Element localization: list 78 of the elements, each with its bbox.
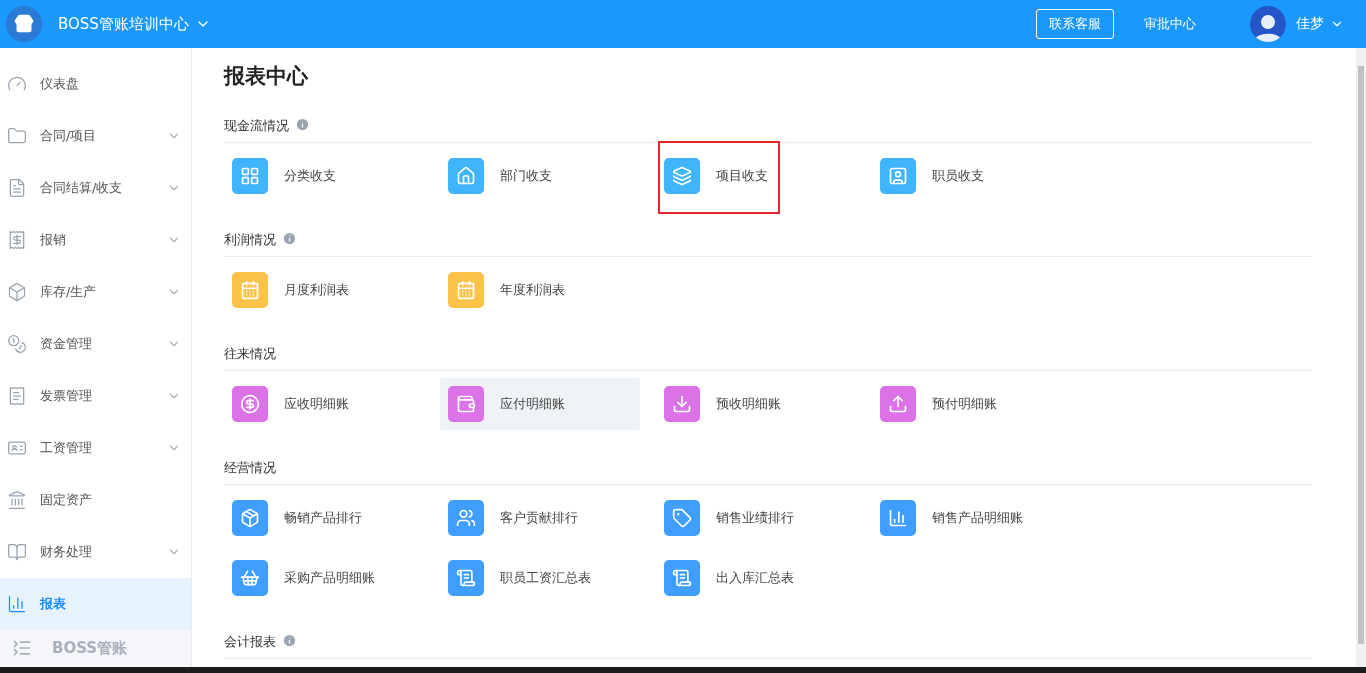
document-icon	[7, 178, 27, 198]
sidebar-item[interactable]: 固定资产	[0, 474, 191, 526]
sidebar-item[interactable]: 财务处理	[0, 526, 191, 578]
page-title: 报表中心	[224, 63, 309, 90]
section-heading: 往来情况	[224, 345, 276, 363]
section-heading: 会计报表	[224, 633, 276, 651]
store-logo-icon	[6, 6, 42, 42]
sidebar-item[interactable]: 报销	[0, 214, 191, 266]
report-label: 应付明细账	[500, 395, 565, 413]
section-heading: 现金流情况	[224, 117, 289, 135]
report-link[interactable]: 职员工资汇总表	[440, 552, 640, 604]
report-label: 分类收支	[284, 167, 336, 185]
report-link[interactable]: 部门收支	[440, 150, 640, 202]
report-link[interactable]: 预收明细账	[656, 378, 856, 430]
sidebar-item[interactable]: 合同结算/收支	[0, 162, 191, 214]
sidebar-footer-label: BOSS管账	[52, 638, 128, 658]
avatar-icon[interactable]	[1250, 6, 1286, 42]
report-link[interactable]: 销售业绩排行	[656, 492, 856, 544]
folder-icon	[7, 126, 27, 146]
sidebar-item[interactable]: 合同/项目	[0, 110, 191, 162]
report-label: 采购产品明细账	[284, 569, 375, 587]
info-icon[interactable]	[295, 117, 310, 132]
sidebar-item[interactable]: 库存/生产	[0, 266, 191, 318]
collapse-icon[interactable]	[12, 638, 32, 658]
info-icon[interactable]	[282, 231, 297, 246]
report-link[interactable]: 畅销产品排行	[224, 492, 424, 544]
scrollbar[interactable]	[1356, 48, 1366, 667]
report-link[interactable]: 客户贡献排行	[440, 492, 640, 544]
sidebar-label: 固定资产	[40, 491, 93, 509]
report-link[interactable]: 月度利润表	[224, 264, 424, 316]
sidebar-label: 财务处理	[40, 543, 93, 561]
report-link[interactable]: 预付明细账	[872, 378, 1072, 430]
coins-icon	[7, 334, 27, 354]
box-icon	[7, 282, 27, 302]
sidebar-label: 资金管理	[40, 335, 93, 353]
report-label: 预收明细账	[716, 395, 781, 413]
bar-chart-icon	[7, 594, 27, 614]
sidebar-label: 合同/项目	[40, 127, 98, 145]
report-label: 项目收支	[716, 167, 768, 185]
section-heading: 经营情况	[224, 459, 276, 477]
report-label: 畅销产品排行	[284, 509, 362, 527]
invoice-icon	[7, 386, 27, 406]
report-label: 应收明细账	[284, 395, 349, 413]
report-link[interactable]: 出入库汇总表	[656, 552, 856, 604]
report-label: 预付明细账	[932, 395, 997, 413]
report-label: 职员收支	[932, 167, 984, 185]
section-heading: 利润情况	[224, 231, 276, 249]
report-label: 出入库汇总表	[716, 569, 794, 587]
report-link[interactable]: 销售产品明细账	[872, 492, 1072, 544]
report-label: 部门收支	[500, 167, 552, 185]
report-link[interactable]: 采购产品明细账	[224, 552, 424, 604]
report-label: 客户贡献排行	[500, 509, 578, 527]
sidebar-label: 报表	[40, 595, 67, 613]
sidebar-label: 库存/生产	[40, 283, 98, 301]
report-label: 月度利润表	[284, 281, 349, 299]
report-label: 销售业绩排行	[716, 509, 794, 527]
sidebar-label: 仪表盘	[40, 75, 80, 93]
sidebar-item[interactable]: 仪表盘	[0, 58, 191, 110]
report-link[interactable]: 职员收支	[872, 150, 1072, 202]
sidebar-item[interactable]: 发票管理	[0, 370, 191, 422]
report-link[interactable]: 分类收支	[224, 150, 424, 202]
sidebar-label: 合同结算/收支	[40, 179, 124, 197]
report-link[interactable]: 项目收支	[656, 150, 856, 202]
building-icon	[7, 490, 27, 510]
sidebar-label: 报销	[40, 231, 67, 249]
report-label: 销售产品明细账	[932, 509, 1023, 527]
receipt-icon	[7, 230, 27, 250]
report-label: 年度利润表	[500, 281, 565, 299]
info-icon[interactable]	[282, 633, 297, 648]
report-link[interactable]: 应付明细账	[440, 378, 640, 430]
sidebar-label: 工资管理	[40, 439, 93, 457]
report-link[interactable]: 年度利润表	[440, 264, 640, 316]
sidebar-item[interactable]: 工资管理	[0, 422, 191, 474]
report-link[interactable]: 应收明细账	[224, 378, 424, 430]
book-icon	[7, 542, 27, 562]
report-label: 职员工资汇总表	[500, 569, 591, 587]
sidebar-label: 发票管理	[40, 387, 93, 405]
sidebar-item[interactable]: 资金管理	[0, 318, 191, 370]
